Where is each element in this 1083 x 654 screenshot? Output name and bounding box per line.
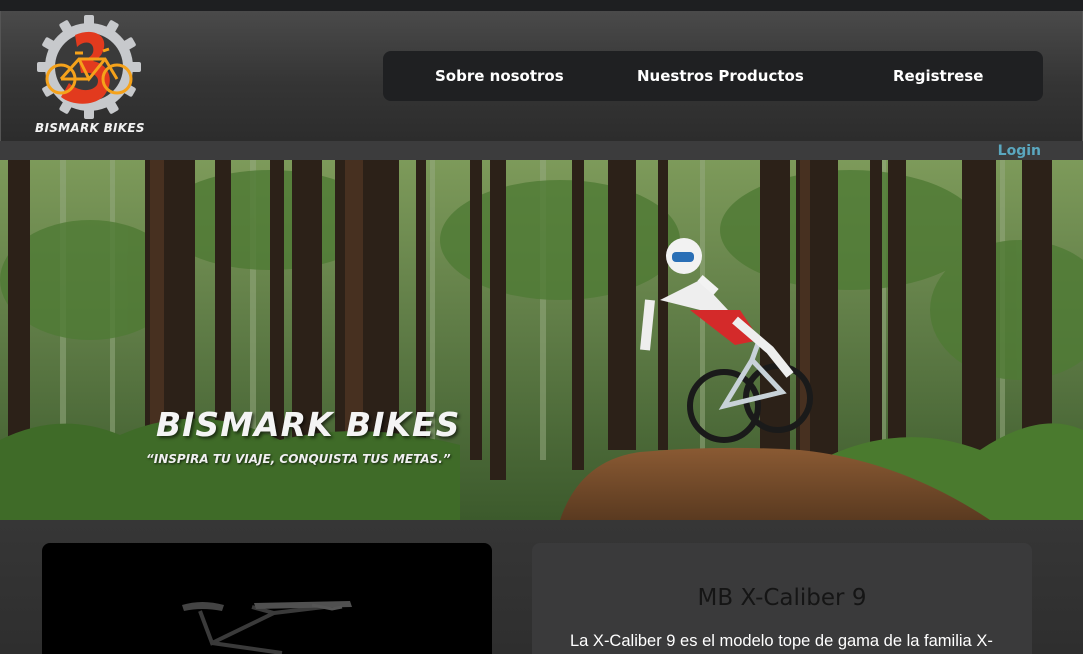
- product-description: La X-Caliber 9 es el modelo tope de gama…: [570, 632, 993, 654]
- nav-link-register[interactable]: Registrese: [893, 67, 983, 85]
- hero-slogan: “INSPIRA TU VIAJE, CONQUISTA TUS METAS.”: [146, 452, 451, 466]
- top-bar: [0, 0, 1083, 11]
- bike-illustration-icon: [182, 601, 352, 654]
- nav-link-products[interactable]: Nuestros Productos: [637, 67, 804, 85]
- product-section: MB X-Caliber 9 La X-Caliber 9 es el mode…: [0, 520, 1083, 654]
- main-nav: Sobre nosotros Nuestros Productos Regist…: [383, 51, 1043, 101]
- hero-banner: BISMARK BIKES “INSPIRA TU VIAJE, CONQUIS…: [0, 160, 1083, 520]
- hero-title: BISMARK BIKES: [156, 405, 461, 444]
- page: BISMARK BIKES Sobre nosotros Nuestros Pr…: [0, 0, 1083, 654]
- product-image[interactable]: [42, 543, 492, 654]
- product-title: MB X-Caliber 9: [697, 585, 867, 611]
- login-link[interactable]: Login: [998, 143, 1041, 159]
- login-bar: Login: [0, 141, 1083, 160]
- brand-name: BISMARK BIKES: [35, 121, 145, 135]
- nav-link-about[interactable]: Sobre nosotros: [435, 67, 564, 85]
- brand-logo-icon[interactable]: [31, 13, 151, 137]
- product-card: MB X-Caliber 9 La X-Caliber 9 es el mode…: [532, 543, 1032, 654]
- site-header: BISMARK BIKES Sobre nosotros Nuestros Pr…: [0, 11, 1083, 141]
- hero-forest-image: [0, 160, 1083, 520]
